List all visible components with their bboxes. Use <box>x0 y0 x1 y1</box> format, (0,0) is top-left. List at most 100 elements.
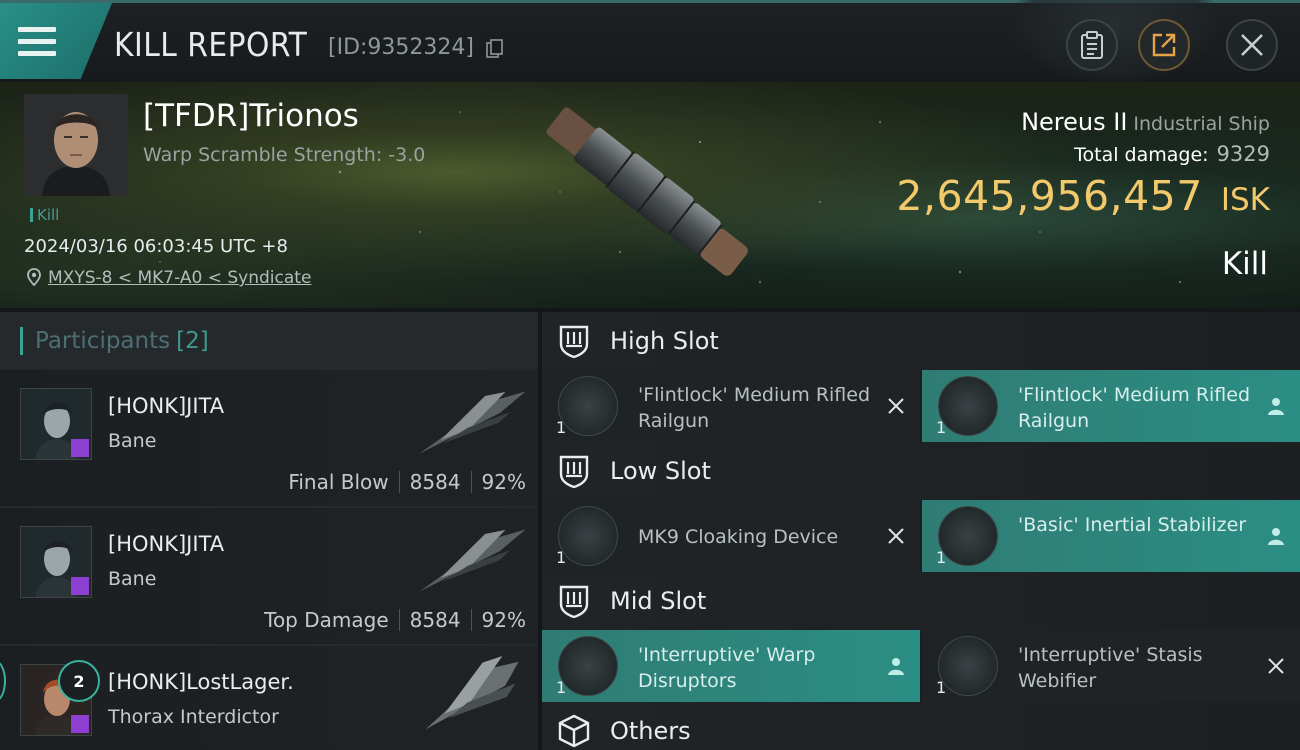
page-title: KILL REPORT <box>114 25 308 64</box>
participant-name[interactable]: [HONK]LostLager. <box>108 670 294 694</box>
kill-tag: Kill <box>30 206 59 224</box>
module-item[interactable]: 1 'Interruptive' Stasis Webifier <box>922 630 1300 702</box>
location-text[interactable]: MXYS-8 < MK7-A0 < Syndicate <box>48 268 311 288</box>
module-quantity: 1 <box>936 548 947 567</box>
mid-slot-header: Mid Slot <box>542 572 1300 630</box>
stasis-webifier-icon <box>938 636 998 696</box>
person-icon <box>888 658 904 675</box>
slot-shield-icon <box>559 325 589 358</box>
participant-percent: 92% <box>481 608 526 632</box>
high-slot-modules: 1 'Flintlock' Medium Rifled Railgun 1 'F… <box>542 370 1300 442</box>
participant-damage: 8584 <box>409 470 461 494</box>
ship-name: Nereus II <box>1021 108 1128 136</box>
high-slot-header: High Slot <box>542 312 1300 370</box>
module-name: 'Interruptive' Warp Disruptors <box>638 644 816 692</box>
module-name: 'Interruptive' Stasis Webifier <box>1018 644 1203 692</box>
warp-scramble-strength: Warp Scramble Strength: -3.0 <box>143 144 426 166</box>
victim-ship-image <box>546 107 748 276</box>
module-item[interactable]: 1 MK9 Cloaking Device <box>542 500 920 572</box>
participants-panel: Participants [2] [HONK]JITA Bane Final B… <box>0 312 538 750</box>
railgun-icon <box>558 376 618 436</box>
participant-ship-image <box>425 656 519 730</box>
slot-shield-icon <box>559 455 589 488</box>
module-item[interactable]: 1 'Basic' Inertial Stabilizer <box>922 500 1300 572</box>
victim-banner: [TFDR]Trionos Warp Scramble Strength: -3… <box>0 82 1300 308</box>
participant-ship-image <box>419 391 526 454</box>
corp-badge <box>71 715 89 733</box>
copy-icon[interactable] <box>486 39 504 59</box>
participant-stats: Final Blow 8584 92% <box>288 470 526 494</box>
participant-ship-image <box>419 529 526 592</box>
cloaking-device-icon <box>558 506 618 566</box>
victim-ship[interactable]: Nereus II Industrial Ship <box>1021 108 1270 136</box>
person-icon <box>1268 528 1284 545</box>
low-slot-modules: 1 MK9 Cloaking Device 1 'Basic' Inertial… <box>542 500 1300 572</box>
participant-damage: 8584 <box>409 608 461 632</box>
participant-role: Final Blow <box>288 470 389 494</box>
share-button[interactable] <box>1138 19 1190 71</box>
others-label: Others <box>610 717 691 745</box>
result-label: Kill <box>1221 246 1268 282</box>
module-quantity: 1 <box>936 418 947 437</box>
isk-loss: 2,645,956,457 ISK <box>896 172 1270 220</box>
victim-portrait[interactable] <box>24 94 128 196</box>
kill-location[interactable]: MXYS-8 < MK7-A0 < Syndicate <box>26 268 311 288</box>
low-slot-header: Low Slot <box>542 442 1300 500</box>
header-accent <box>20 327 23 355</box>
participant-row[interactable]: [HONK]JITA Bane Top Damage 8584 92% <box>0 508 538 646</box>
participant-count-badge[interactable]: 2 <box>58 660 100 702</box>
module-name: 'Basic' Inertial Stabilizer <box>1018 514 1247 536</box>
total-damage: Total damage: 9329 <box>1074 142 1270 166</box>
menu-button[interactable] <box>0 3 112 79</box>
participant-percent: 92% <box>481 470 526 494</box>
scroll-indicator <box>0 660 6 702</box>
participant-ship: Bane <box>108 430 157 452</box>
participants-count: [2] <box>176 328 209 354</box>
module-quantity: 1 <box>556 418 567 437</box>
person-icon <box>1268 398 1284 415</box>
module-item[interactable]: 1 'Flintlock' Medium Rifled Railgun <box>922 370 1300 442</box>
corp-badge <box>71 439 89 457</box>
share-icon <box>1152 33 1176 57</box>
cube-icon <box>558 714 590 748</box>
report-button[interactable] <box>1066 19 1118 71</box>
module-item[interactable]: 1 'Interruptive' Warp Disruptors <box>542 630 920 702</box>
module-name: MK9 Cloaking Device <box>638 526 839 548</box>
avatar[interactable] <box>20 388 92 460</box>
module-quantity: 1 <box>556 678 567 697</box>
report-id: [ID:9352324] <box>328 35 474 60</box>
participant-name[interactable]: [HONK]JITA <box>108 394 224 418</box>
module-item[interactable]: 1 'Flintlock' Medium Rifled Railgun <box>542 370 920 442</box>
clipboard-icon <box>1081 31 1103 59</box>
total-damage-value: 9329 <box>1216 142 1270 166</box>
module-name: 'Flintlock' Medium Rifled Railgun <box>638 384 871 432</box>
total-damage-label: Total damage: <box>1074 144 1209 166</box>
participant-row[interactable]: [HONK]JITA Bane Final Blow 8584 92% <box>0 370 538 508</box>
warp-disruptor-icon <box>558 636 618 696</box>
participant-ship: Thorax Interdictor <box>108 706 279 728</box>
railgun-icon <box>938 376 998 436</box>
x-mark-icon <box>1268 658 1284 674</box>
participants-header: Participants [2] <box>0 312 538 370</box>
mid-slot-label: Mid Slot <box>610 587 707 615</box>
high-slot-label: High Slot <box>610 327 719 355</box>
close-icon <box>1241 34 1263 56</box>
x-mark-icon <box>888 398 904 414</box>
participant-row[interactable]: 2 [HONK]LostLager. Thorax Interdictor <box>0 646 538 750</box>
ship-class: Industrial Ship <box>1133 113 1270 135</box>
participant-ship: Bane <box>108 568 157 590</box>
fitting-panel: High Slot 1 'Flintlock' Medium Rifled Ra… <box>542 312 1300 750</box>
avatar[interactable] <box>20 526 92 598</box>
participant-name[interactable]: [HONK]JITA <box>108 532 224 556</box>
module-name: 'Flintlock' Medium Rifled Railgun <box>1018 384 1251 432</box>
participant-stats: Top Damage 8584 92% <box>264 608 526 632</box>
low-slot-label: Low Slot <box>610 457 711 485</box>
module-quantity: 1 <box>936 678 947 697</box>
avatar <box>24 94 128 196</box>
others-header: Others <box>542 702 1300 750</box>
slot-shield-icon <box>559 585 589 618</box>
victim-name[interactable]: [TFDR]Trionos <box>143 98 359 134</box>
participant-role: Top Damage <box>264 608 389 632</box>
top-bar: KILL REPORT [ID:9352324] <box>0 0 1300 83</box>
close-button[interactable] <box>1226 19 1278 71</box>
